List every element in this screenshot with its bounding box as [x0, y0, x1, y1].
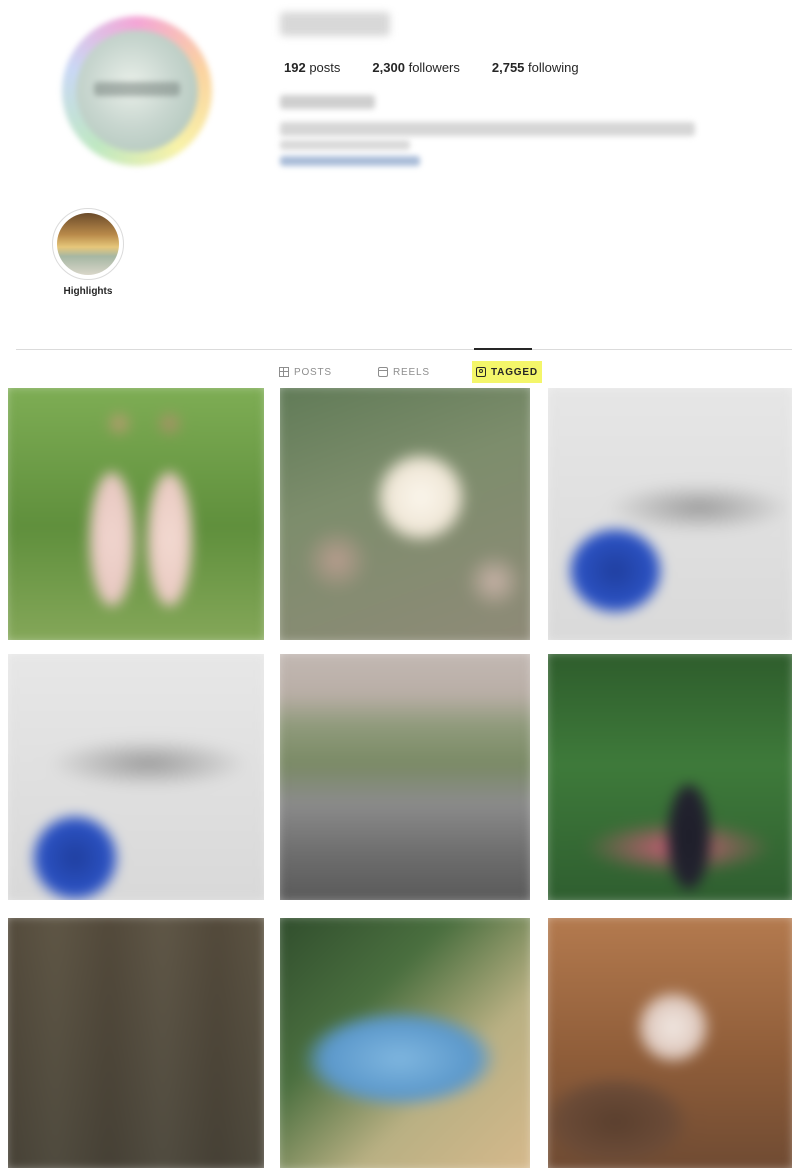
story-highlight[interactable]: Highlights: [50, 208, 126, 297]
post-thumbnail: [548, 388, 792, 640]
following-label: following: [528, 60, 579, 75]
grid-icon: [279, 367, 289, 377]
highlight-label: Highlights: [63, 286, 113, 297]
tab-posts-label: POSTS: [294, 366, 332, 378]
posts-count: 192: [284, 60, 306, 75]
stat-followers[interactable]: 2,300 followers: [372, 60, 459, 75]
username-redacted: [280, 12, 390, 36]
avatar-image: [76, 30, 198, 152]
post-thumbnail: [280, 918, 530, 1168]
posts-label: posts: [309, 60, 341, 75]
grid-post[interactable]: [280, 654, 530, 900]
post-thumbnail: [8, 654, 264, 900]
grid-post[interactable]: [8, 918, 264, 1168]
reels-icon: [378, 367, 388, 377]
tab-reels-label: REELS: [393, 366, 430, 378]
highlight-ring: [52, 208, 124, 280]
profile-header: 192 posts 2,300 followers 2,755 followin…: [0, 0, 792, 340]
stat-following[interactable]: 2,755 following: [492, 60, 579, 75]
post-thumbnail: [8, 918, 264, 1168]
following-count: 2,755: [491, 60, 525, 75]
bio-name-redacted: [280, 95, 375, 109]
followers-count: 2,300: [372, 60, 405, 75]
active-tab-indicator: [474, 348, 532, 350]
highlight-cover: [57, 213, 119, 275]
post-thumbnail: [548, 918, 792, 1168]
grid-post[interactable]: [548, 388, 792, 640]
grid-post[interactable]: [548, 918, 792, 1168]
tabs-divider: [16, 349, 792, 350]
tagged-posts-grid: [0, 380, 792, 1168]
tab-tagged-label: TAGGED: [491, 366, 538, 378]
bio-text-redacted: [280, 122, 695, 136]
bio-text-redacted: [280, 140, 410, 150]
grid-post[interactable]: [280, 918, 530, 1168]
stat-posts[interactable]: 192 posts: [284, 60, 340, 75]
grid-post[interactable]: [280, 388, 530, 640]
grid-post[interactable]: [8, 654, 264, 900]
grid-post[interactable]: [548, 654, 792, 900]
tag-icon: [476, 367, 486, 377]
profile-stats: 192 posts 2,300 followers 2,755 followin…: [284, 60, 579, 75]
bio-link-redacted[interactable]: [280, 156, 420, 166]
post-thumbnail: [8, 388, 264, 640]
followers-label: followers: [408, 60, 460, 75]
post-thumbnail: [280, 388, 530, 640]
post-thumbnail: [280, 654, 530, 900]
post-thumbnail: [548, 654, 792, 900]
grid-post[interactable]: [8, 388, 264, 640]
profile-avatar[interactable]: [62, 16, 212, 166]
